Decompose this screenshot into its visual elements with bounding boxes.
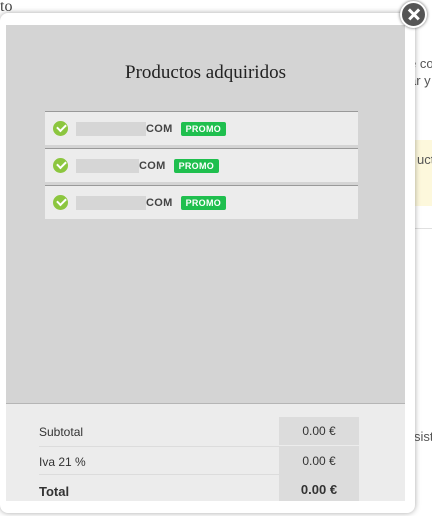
- list-item: COM PROMO: [45, 185, 358, 219]
- purchased-products-modal: Productos adquiridos COM PROMO COM PROMO…: [0, 13, 415, 513]
- check-circle-icon: [53, 195, 68, 210]
- product-list: COM PROMO COM PROMO COM PROMO: [45, 111, 358, 222]
- modal-title: Productos adquiridos: [125, 62, 286, 83]
- check-circle-icon: [53, 121, 68, 136]
- domain-suffix: COM: [146, 196, 173, 209]
- subtotal-row: Subtotal 0.00 €: [39, 417, 359, 445]
- domain-suffix: COM: [139, 159, 166, 172]
- promo-badge: PROMO: [180, 121, 227, 136]
- redacted-domain-name: [76, 158, 139, 173]
- order-summary: Subtotal 0.00 € Iva 21 % 0.00 € Total 0.…: [6, 403, 405, 501]
- check-circle-icon: [53, 158, 68, 173]
- total-row: Total 0.00 €: [39, 474, 359, 501]
- domain-suffix: COM: [146, 122, 173, 135]
- redacted-domain-name: [76, 121, 146, 136]
- total-label: Total: [39, 484, 70, 499]
- background-text-4: sist: [414, 429, 432, 444]
- subtotal-value: 0.00 €: [279, 417, 359, 445]
- list-item: COM PROMO: [45, 148, 358, 182]
- promo-badge: PROMO: [180, 195, 227, 210]
- iva-label: Iva 21 %: [39, 455, 86, 469]
- redacted-domain-name: [76, 195, 146, 210]
- total-value: 0.00 €: [279, 475, 359, 501]
- promo-badge: PROMO: [173, 158, 220, 173]
- subtotal-label: Subtotal: [39, 425, 84, 439]
- iva-value: 0.00 €: [279, 447, 359, 475]
- close-icon[interactable]: [400, 1, 427, 28]
- iva-row: Iva 21 % 0.00 €: [39, 446, 359, 475]
- modal-content: Productos adquiridos COM PROMO COM PROMO…: [6, 25, 405, 501]
- background-text-3: ucto: [417, 152, 432, 167]
- list-item: COM PROMO: [45, 111, 358, 145]
